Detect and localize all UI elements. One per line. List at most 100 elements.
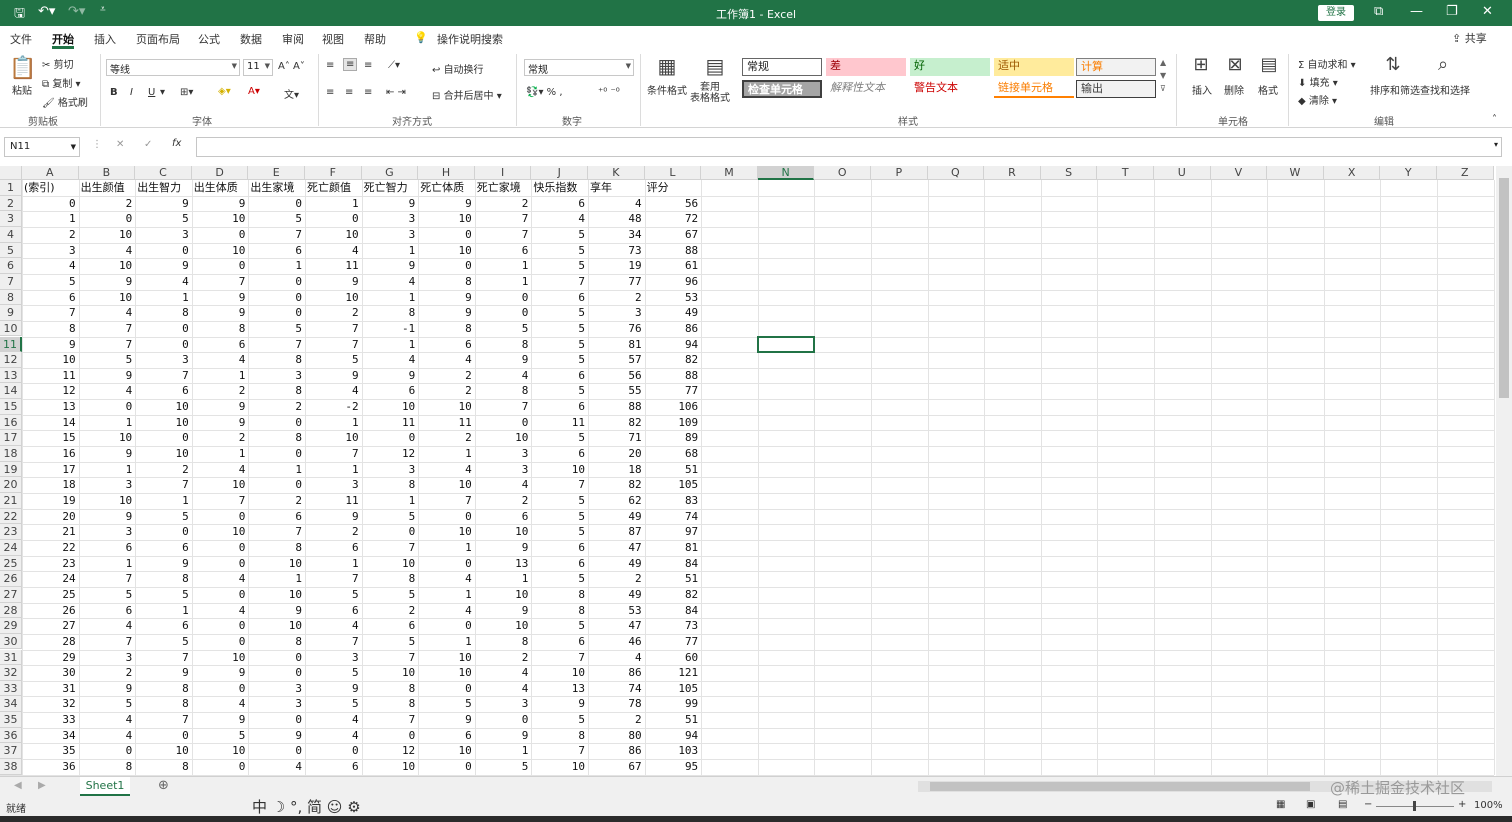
conditional-format-icon[interactable]: ▦ [652, 54, 682, 82]
table-cell[interactable]: 9 [475, 603, 532, 619]
table-cell[interactable]: 6 [248, 509, 305, 525]
table-cell[interactable]: 8 [135, 305, 192, 321]
table-cell[interactable]: 10 [305, 290, 362, 306]
table-cell[interactable]: 80 [588, 728, 645, 744]
next-sheet-icon[interactable]: ▶ [38, 780, 46, 791]
underline-button[interactable]: U [148, 87, 155, 98]
table-cell[interactable]: 8 [531, 603, 588, 619]
table-cell[interactable]: 8 [192, 321, 249, 337]
table-cell[interactable]: 9 [79, 368, 136, 384]
tab-home[interactable]: 开始 [52, 31, 74, 49]
table-cell[interactable]: 2 [475, 493, 532, 509]
table-cell[interactable]: 10 [418, 211, 475, 227]
table-cell[interactable]: 61 [645, 258, 702, 274]
table-cell[interactable]: 0 [192, 681, 249, 697]
table-cell[interactable]: 1 [135, 493, 192, 509]
table-cell[interactable]: 84 [645, 556, 702, 572]
align-left-icon[interactable]: ≡ [326, 87, 334, 98]
table-cell[interactable]: 4 [79, 383, 136, 399]
table-cell[interactable]: 10 [362, 556, 419, 572]
table-cell[interactable]: 6 [248, 243, 305, 259]
table-cell[interactable]: 0 [475, 305, 532, 321]
table-cell[interactable]: 10 [248, 587, 305, 603]
column-header-E[interactable]: E [248, 166, 305, 180]
row-header-17[interactable]: 17 [0, 430, 22, 447]
table-cell[interactable]: 8 [475, 383, 532, 399]
table-cell[interactable]: 8 [248, 352, 305, 368]
ribbon-display-icon[interactable]: ⧉ [1374, 4, 1383, 19]
column-header-O[interactable]: O [814, 166, 871, 180]
table-cell[interactable]: 9 [192, 196, 249, 212]
save-icon[interactable]: 🖫 [14, 4, 25, 26]
table-cell[interactable]: 5 [531, 618, 588, 634]
table-cell[interactable]: 8 [135, 681, 192, 697]
find-select-icon[interactable]: ⌕ [1428, 54, 1458, 82]
table-cell[interactable]: 86 [588, 665, 645, 681]
table-cell[interactable]: 77 [588, 274, 645, 290]
table-cell[interactable]: 2 [305, 524, 362, 540]
header-cell[interactable]: 死亡颜值 [305, 180, 362, 196]
header-cell[interactable]: 死亡智力 [362, 180, 419, 196]
table-cell[interactable]: 20 [588, 446, 645, 462]
column-header-F[interactable]: F [305, 166, 362, 180]
table-cell[interactable]: 2 [418, 430, 475, 446]
column-header-G[interactable]: G [361, 166, 419, 180]
table-cell[interactable]: 2 [588, 712, 645, 728]
table-cell[interactable]: 68 [645, 446, 702, 462]
formula-input[interactable]: ▾ [196, 137, 1502, 157]
table-cell[interactable]: 10 [362, 665, 419, 681]
fill-color-icon[interactable]: ◈▾ [218, 86, 231, 97]
table-cell[interactable]: 10 [475, 618, 532, 634]
table-cell[interactable]: 10 [475, 430, 532, 446]
table-cell[interactable]: 47 [588, 618, 645, 634]
table-cell[interactable]: 11 [305, 493, 362, 509]
table-cell[interactable]: 13 [531, 681, 588, 697]
table-cell[interactable]: 0 [418, 618, 475, 634]
table-cell[interactable]: 18 [22, 477, 79, 493]
table-cell[interactable]: 67 [588, 759, 645, 775]
table-cell[interactable]: 10 [192, 743, 249, 759]
table-cell[interactable]: 5 [475, 321, 532, 337]
ime-toolbar[interactable]: 中 ☽ °, 简 ☺ ⚙ [252, 796, 361, 817]
wrap-text-button[interactable]: ↩ 自动换行 [432, 61, 484, 76]
table-cell[interactable]: 1 [248, 571, 305, 587]
table-cell[interactable]: 1 [248, 462, 305, 478]
table-cell[interactable]: 4 [305, 712, 362, 728]
row-header-13[interactable]: 13 [0, 367, 22, 384]
table-cell[interactable]: 106 [645, 399, 702, 415]
table-cell[interactable]: 1 [418, 446, 475, 462]
table-cell[interactable]: 6 [305, 540, 362, 556]
table-cell[interactable]: 1 [475, 571, 532, 587]
sort-filter-icon[interactable]: ⇅ [1378, 54, 1408, 82]
table-cell[interactable]: 5 [531, 243, 588, 259]
header-cell[interactable]: 快乐指数 [531, 180, 588, 196]
table-cell[interactable]: 31 [22, 681, 79, 697]
table-cell[interactable]: 26 [22, 603, 79, 619]
table-cell[interactable]: 5 [531, 524, 588, 540]
fill-button[interactable]: ⬇ 填充 ▾ [1298, 74, 1338, 89]
table-cell[interactable]: 7 [531, 477, 588, 493]
tab-view[interactable]: 视图 [322, 31, 344, 47]
table-cell[interactable]: 82 [588, 415, 645, 431]
table-cell[interactable]: 0 [248, 290, 305, 306]
table-cell[interactable]: 2 [475, 650, 532, 666]
table-cell[interactable]: 5 [305, 352, 362, 368]
table-cell[interactable]: 10 [79, 227, 136, 243]
column-header-B[interactable]: B [78, 166, 136, 180]
table-cell[interactable]: 1 [418, 587, 475, 603]
table-cell[interactable]: 5 [305, 587, 362, 603]
row-header-4[interactable]: 4 [0, 226, 22, 243]
spreadsheet-grid[interactable]: A B C D E F G H I J K L M N O P Q R S T U V W X Y Z 1 (索引) 出生颜值 出生智力出… [0, 166, 1512, 776]
table-cell[interactable]: 10 [135, 446, 192, 462]
table-cell[interactable]: 4 [418, 603, 475, 619]
table-cell[interactable]: 9 [135, 196, 192, 212]
copy-button[interactable]: ⧉ 复制 ▾ [42, 75, 81, 90]
table-cell[interactable]: 83 [645, 493, 702, 509]
table-cell[interactable]: 7 [135, 650, 192, 666]
chevron-down-icon[interactable]: ▾ [160, 87, 165, 98]
table-cell[interactable]: 9 [362, 196, 419, 212]
table-cell[interactable]: 34 [22, 728, 79, 744]
table-cell[interactable]: 0 [418, 509, 475, 525]
table-cell[interactable]: 105 [645, 477, 702, 493]
table-cell[interactable]: 103 [645, 743, 702, 759]
